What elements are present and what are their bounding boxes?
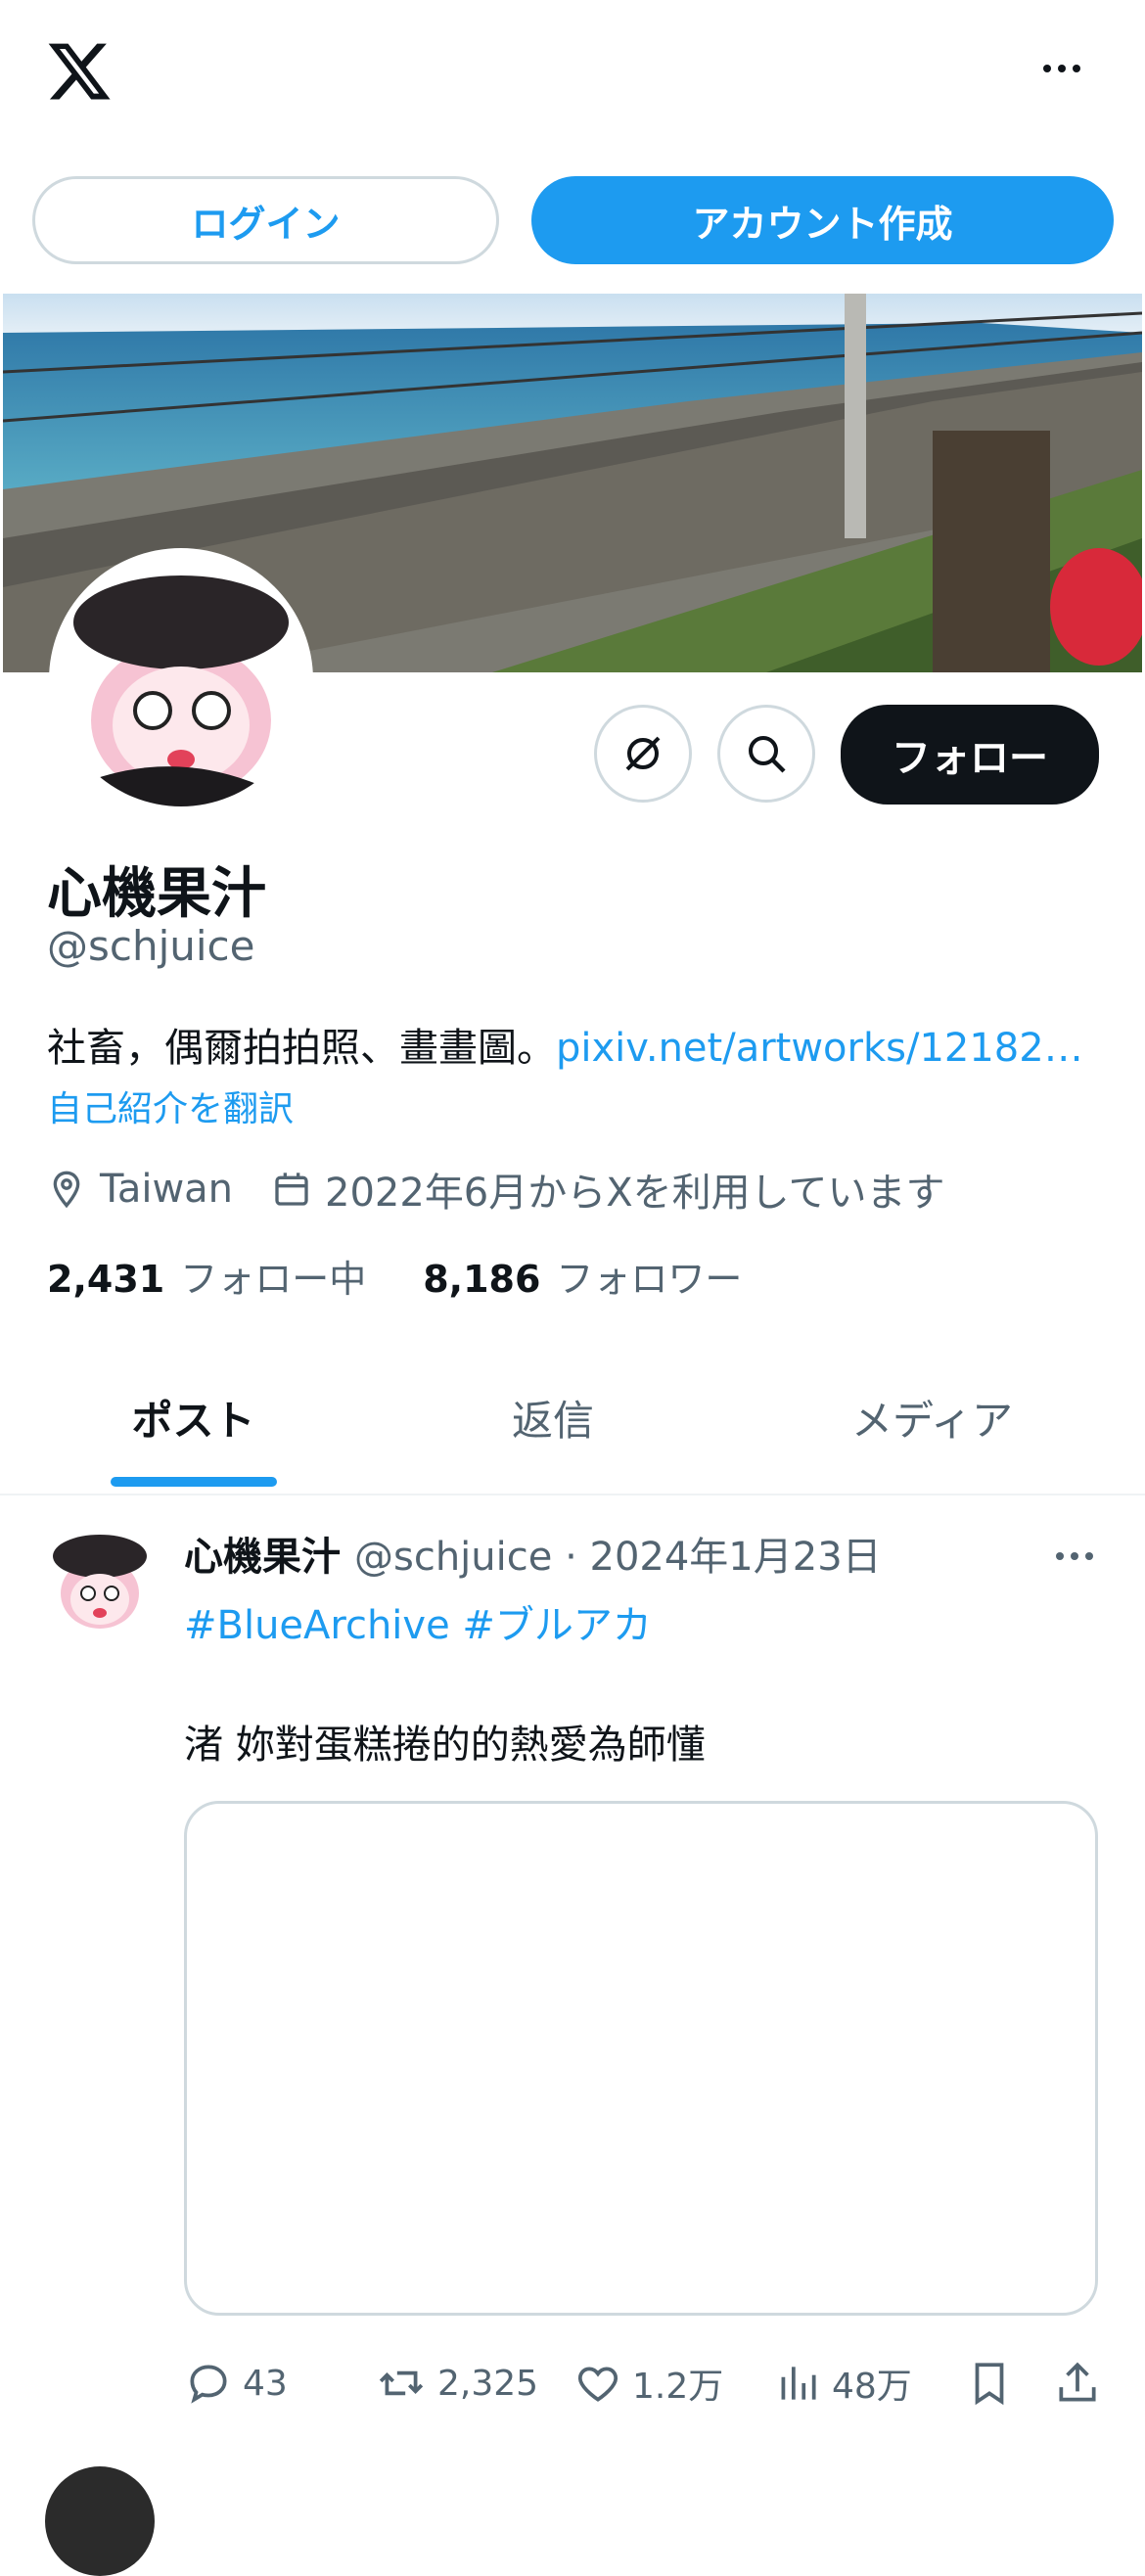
- location-icon: [47, 1170, 86, 1209]
- heart-icon: [577, 2367, 618, 2402]
- views-button[interactable]: 48万: [773, 2349, 912, 2417]
- follow-stats: 2,431 フォロー中 8,186 フォロワー: [47, 1249, 742, 1303]
- post-header: 心機果汁 @schjuice · 2024年1月23日: [184, 1525, 882, 1582]
- post-more-icon[interactable]: [1047, 1537, 1102, 1576]
- translate-bio-link[interactable]: 自己紹介を翻訳: [47, 1081, 294, 1131]
- post-avatar[interactable]: [45, 1525, 155, 1634]
- followers-label: フォロワー: [556, 1258, 743, 1301]
- login-button[interactable]: ログイン: [32, 176, 499, 264]
- bookmark-button[interactable]: [965, 2349, 1024, 2417]
- view-count: 48万: [832, 2367, 912, 2407]
- post-author-name[interactable]: 心機果汁: [184, 1525, 341, 1582]
- views-icon: [781, 2367, 816, 2400]
- bio-text: 社畜，偶爾拍拍照、畫畫圖。: [47, 1026, 556, 1071]
- tab-posts[interactable]: ポスト: [0, 1341, 387, 1494]
- more-horizontal-icon[interactable]: [1037, 49, 1086, 88]
- like-button[interactable]: 1.2万: [573, 2349, 723, 2417]
- post-text: 渚 妳對蛋糕捲的的熱愛為師懂: [184, 1723, 706, 1768]
- profile-display-name: 心機果汁: [47, 862, 266, 926]
- grok-button[interactable]: [594, 705, 692, 803]
- retweet-icon: [379, 2370, 424, 2396]
- followers-count: 8,186: [423, 1258, 541, 1301]
- post-author-meta[interactable]: @schjuice · 2024年1月23日: [354, 1525, 882, 1582]
- next-post-avatar[interactable]: [45, 2466, 155, 2576]
- tab-replies[interactable]: 返信: [387, 1341, 719, 1494]
- x-logo-icon[interactable]: [45, 37, 114, 106]
- bio-link[interactable]: pixiv.net/artworks/12182…: [556, 1026, 1083, 1071]
- retweet-count: 2,325: [437, 2363, 539, 2404]
- calendar-icon: [272, 1170, 311, 1209]
- post-media[interactable]: [184, 1801, 1098, 2316]
- profile-joined-date: 2022年6月からXを利用しています: [325, 1171, 945, 1216]
- share-icon: [1059, 2362, 1096, 2402]
- post-hashtags[interactable]: #BlueArchive #ブルアカ: [184, 1593, 652, 1650]
- following-label: フォロー中: [180, 1258, 367, 1301]
- like-count: 1.2万: [632, 2367, 724, 2407]
- profile-meta: Taiwan 2022年6月からXを利用しています: [47, 1161, 944, 1218]
- profile-avatar[interactable]: [49, 548, 313, 812]
- profile-handle: @schjuice: [47, 922, 255, 970]
- post-action-bar: 43 2,325 1.2万 48万: [184, 2349, 1098, 2417]
- grok-icon: [625, 736, 661, 771]
- reply-count: 43: [243, 2363, 288, 2404]
- search-icon: [749, 736, 786, 773]
- bookmark-icon: [975, 2363, 1004, 2406]
- reply-button[interactable]: 43: [184, 2349, 288, 2417]
- following-link[interactable]: 2,431 フォロー中: [47, 1249, 366, 1303]
- profile-tabs: ポスト 返信 メディア: [0, 1341, 1145, 1495]
- follow-button[interactable]: フォロー: [841, 705, 1099, 805]
- share-button[interactable]: [1053, 2349, 1112, 2417]
- create-account-button[interactable]: アカウント作成: [531, 176, 1114, 264]
- reply-icon: [190, 2365, 227, 2404]
- retweet-button[interactable]: 2,325: [375, 2349, 538, 2417]
- followers-link[interactable]: 8,186 フォロワー: [423, 1249, 742, 1303]
- active-tab-indicator: [111, 1477, 277, 1487]
- following-count: 2,431: [47, 1258, 165, 1301]
- tab-media[interactable]: メディア: [719, 1341, 1145, 1494]
- top-bar: [0, 0, 1145, 147]
- search-profile-button[interactable]: [717, 705, 815, 803]
- profile-bio: 社畜，偶爾拍拍照、畫畫圖。pixiv.net/artworks/12182…: [47, 1016, 1083, 1073]
- profile-location: Taiwan: [100, 1167, 234, 1212]
